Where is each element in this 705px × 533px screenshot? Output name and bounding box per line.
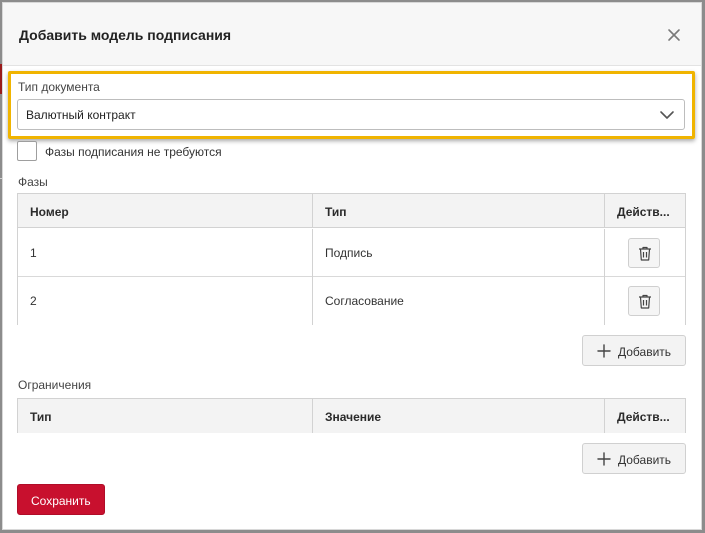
add-restriction-button[interactable]: Добавить <box>582 443 686 474</box>
phase-type: Подпись <box>312 229 604 277</box>
table-row: 1 Подпись <box>18 229 685 277</box>
column-header-actions: Действ... <box>604 399 685 433</box>
close-button[interactable] <box>663 24 685 46</box>
table-row: 2 Согласование <box>18 277 685 325</box>
add-restriction-label: Добавить <box>618 453 672 467</box>
document-type-value: Валютный контракт <box>26 108 136 122</box>
add-phase-label: Добавить <box>618 345 672 359</box>
phases-table-header: Номер Тип Действ... <box>18 194 685 228</box>
phase-actions <box>604 229 685 277</box>
document-type-select[interactable]: Валютный контракт <box>17 99 685 130</box>
no-phases-label: Фазы подписания не требуются <box>45 145 222 159</box>
phases-section-label: Фазы <box>18 175 48 189</box>
column-header-type: Тип <box>30 410 52 424</box>
phase-type: Согласование <box>312 277 604 325</box>
phase-number: 1 <box>30 246 37 260</box>
chevron-down-icon <box>660 111 674 119</box>
close-icon <box>668 29 680 41</box>
dialog-header: Добавить модель подписания <box>3 3 701 66</box>
column-header-type: Тип <box>312 194 604 228</box>
phase-actions <box>604 277 685 325</box>
no-phases-checkbox[interactable] <box>17 141 37 161</box>
dialog-title: Добавить модель подписания <box>19 27 232 43</box>
plus-icon <box>597 452 611 466</box>
restrictions-section-label: Ограничения <box>18 378 92 392</box>
column-header-actions: Действ... <box>604 194 685 228</box>
save-button[interactable]: Сохранить <box>17 484 105 515</box>
delete-phase-button[interactable] <box>628 238 660 268</box>
trash-icon <box>639 294 651 309</box>
column-header-number: Номер <box>30 205 69 219</box>
save-button-label: Сохранить <box>31 494 91 508</box>
document-type-label: Тип документа <box>18 80 100 94</box>
plus-icon <box>597 344 611 358</box>
phases-table: Номер Тип Действ... 1 Подпись 2 Согласов… <box>17 193 686 325</box>
column-header-value: Значение <box>312 399 604 433</box>
restrictions-table-header: Тип Значение Действ... <box>18 399 685 433</box>
trash-icon <box>639 246 651 261</box>
restrictions-table: Тип Значение Действ... <box>17 398 686 433</box>
delete-phase-button[interactable] <box>628 286 660 316</box>
add-phase-button[interactable]: Добавить <box>582 335 686 366</box>
phase-number: 2 <box>30 294 37 308</box>
